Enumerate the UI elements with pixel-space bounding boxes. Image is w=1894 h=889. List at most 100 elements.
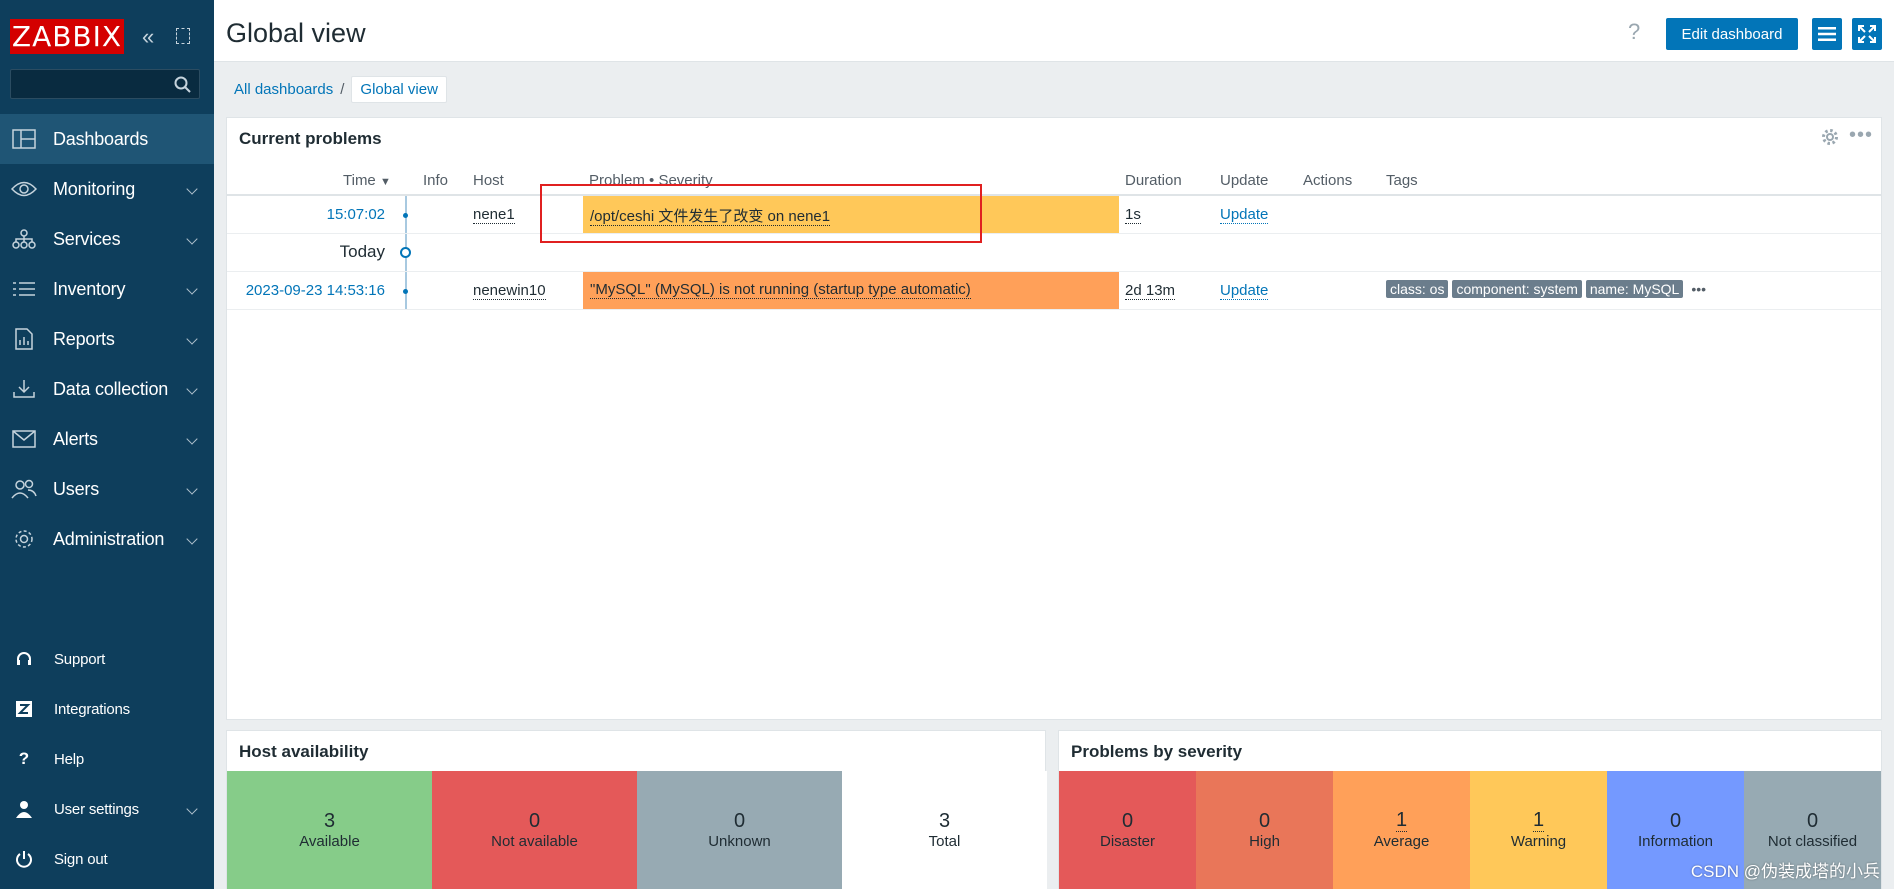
menu-item-services[interactable]: Services: [0, 214, 214, 264]
menu-item-sign-out[interactable]: Sign out: [0, 834, 214, 884]
host-availability-widget: Host availability 3 Available 0 Not avai…: [226, 730, 1047, 889]
dashboard-icon: [11, 126, 37, 152]
menu-item-reports[interactable]: Reports: [0, 314, 214, 364]
actions-menu-button[interactable]: [1812, 18, 1842, 50]
widget-settings-icon[interactable]: [1821, 128, 1839, 146]
menu-item-administration[interactable]: Administration: [0, 514, 214, 564]
problem-time-link[interactable]: 2023-09-23 14:53:16: [246, 282, 385, 299]
zabbix-logo[interactable]: ZABBIX: [10, 19, 124, 54]
tags-cell: class: os component: system name: MySQL •••: [1386, 280, 1706, 298]
tile-value: 0: [1669, 809, 1682, 832]
col-duration: Duration: [1125, 172, 1182, 189]
menu-item-inventory[interactable]: Inventory: [0, 264, 214, 314]
col-time-label: Time: [343, 172, 376, 189]
kiosk-mode-icon[interactable]: [176, 28, 190, 44]
menu-label: Support: [54, 650, 106, 668]
tile-average[interactable]: 1 Average: [1333, 771, 1470, 889]
update-link[interactable]: Update: [1220, 282, 1269, 300]
today-separator: Today: [227, 234, 1881, 272]
tile-label: Not available: [491, 832, 578, 850]
tile-available[interactable]: 3 Available: [227, 771, 432, 889]
breadcrumb-all-dashboards[interactable]: All dashboards: [234, 81, 333, 98]
tile-not-available[interactable]: 0 Not available: [432, 771, 637, 889]
menu-item-alerts[interactable]: Alerts: [0, 414, 214, 464]
z-icon: [14, 699, 34, 719]
chevron-down-icon: [186, 483, 198, 495]
tag-badge[interactable]: component: system: [1452, 280, 1582, 298]
col-actions: Actions: [1303, 172, 1353, 189]
hamburger-icon: [1818, 27, 1836, 41]
users-icon: [11, 476, 37, 502]
duration-link[interactable]: 2d 13m: [1125, 282, 1176, 300]
menu-item-users[interactable]: Users: [0, 464, 214, 514]
breadcrumb-current[interactable]: Global view: [351, 76, 447, 103]
duration-link[interactable]: 1s: [1125, 206, 1141, 224]
problem-cell[interactable]: "MySQL" (MySQL) is not running (startup …: [583, 272, 1119, 309]
problem-time-link[interactable]: 15:07:02: [327, 206, 385, 223]
tile-value[interactable]: 1: [1395, 809, 1408, 832]
collapse-sidebar-icon[interactable]: «: [142, 24, 154, 50]
menu-item-user-settings[interactable]: User settings: [0, 784, 214, 834]
search-icon[interactable]: [173, 75, 193, 95]
list-icon: [11, 276, 37, 302]
breadcrumb-separator: /: [340, 81, 345, 98]
tile-label: Total: [928, 832, 961, 850]
user-icon: [14, 799, 34, 819]
tile-label: Warning: [1510, 833, 1567, 850]
chevron-down-icon: [186, 433, 198, 445]
menu-item-help[interactable]: ? Help: [0, 734, 214, 784]
menu-item-monitoring[interactable]: Monitoring: [0, 164, 214, 214]
menu-item-integrations[interactable]: Integrations: [0, 684, 214, 734]
menu-label: Services: [53, 228, 121, 249]
host-link[interactable]: nene1: [473, 206, 515, 224]
tile-unknown[interactable]: 0 Unknown: [637, 771, 842, 889]
tile-value: 0: [528, 809, 541, 832]
envelope-icon: [11, 426, 37, 452]
tile-value: 0: [733, 809, 746, 832]
tile-value[interactable]: 1: [1532, 809, 1545, 832]
headset-icon: [14, 649, 34, 669]
help-icon[interactable]: ?: [1628, 19, 1640, 45]
menu-item-data-collection[interactable]: Data collection: [0, 364, 214, 414]
menu-label: Users: [53, 478, 100, 499]
tile-high[interactable]: 0 High: [1196, 771, 1333, 889]
more-tags-button[interactable]: •••: [1691, 281, 1706, 297]
problems-table-header: Time ▼ Info Host Problem • Severity Dura…: [227, 166, 1881, 196]
widget-menu-icon[interactable]: •••: [1849, 124, 1873, 147]
main-menu: Dashboards Monitoring Services Inventory…: [0, 114, 214, 564]
host-link[interactable]: nenewin10: [473, 282, 546, 300]
menu-item-support[interactable]: Support: [0, 634, 214, 684]
sidebar-search: [10, 69, 200, 99]
menu-label: Administration: [53, 528, 165, 549]
tile-value: 3: [938, 809, 951, 832]
menu-label: Data collection: [53, 378, 169, 399]
search-input[interactable]: [11, 70, 161, 98]
menu-item-dashboards[interactable]: Dashboards: [0, 114, 214, 164]
chevron-down-icon: [186, 183, 198, 195]
sidebar-header: ZABBIX «: [0, 0, 214, 70]
col-tags: Tags: [1386, 172, 1418, 189]
col-host: Host: [473, 172, 504, 189]
tile-disaster[interactable]: 0 Disaster: [1059, 771, 1196, 889]
timeline-dot: [403, 289, 408, 294]
tile-label: Available: [299, 832, 360, 850]
tile-value: 3: [323, 809, 336, 832]
widget-title: Current problems: [239, 129, 382, 148]
tile-label: Information: [1637, 832, 1714, 850]
col-time[interactable]: Time ▼: [343, 172, 391, 189]
tag-badge[interactable]: name: MySQL: [1585, 280, 1684, 298]
menu-label: Inventory: [53, 278, 126, 299]
edit-dashboard-button[interactable]: Edit dashboard: [1666, 18, 1798, 50]
current-problems-widget: Current problems ••• Time ▼ Info Host Pr…: [226, 117, 1882, 720]
update-link[interactable]: Update: [1220, 206, 1269, 224]
chevron-down-icon: [186, 383, 198, 395]
report-icon: [11, 326, 37, 352]
menu-label: Sign out: [54, 850, 108, 868]
gear-icon: [11, 526, 37, 552]
problem-cell[interactable]: /opt/ceshi 文件发生了改变 on nene1: [583, 196, 1119, 233]
question-icon: ?: [18, 749, 30, 768]
page-header: Global view ? Edit dashboard: [214, 0, 1894, 62]
fullscreen-button[interactable]: [1852, 18, 1882, 50]
tile-warning[interactable]: 1 Warning: [1470, 771, 1607, 889]
tag-badge[interactable]: class: os: [1386, 280, 1449, 298]
